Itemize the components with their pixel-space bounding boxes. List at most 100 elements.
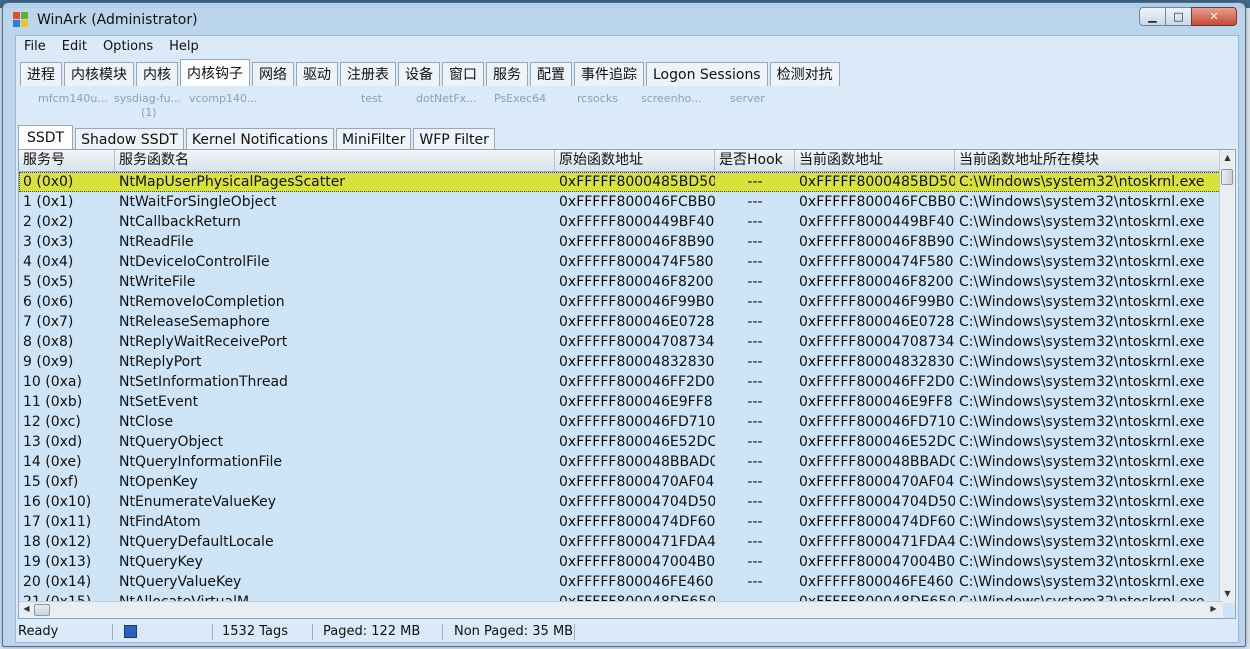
table-cell: 0xFFFFF800046FD710 [799, 414, 955, 430]
tab-9[interactable]: 服务 [486, 62, 528, 86]
table-row[interactable]: 6 (0x6) NtRemoveIoCompletion 0xFFFFF800046… [19, 292, 1223, 312]
table-cell: 18 (0x12) [23, 534, 92, 550]
tab-11[interactable]: 事件追踪 [574, 62, 644, 86]
status-divider [212, 624, 213, 640]
menu-edit[interactable]: Edit [54, 36, 95, 58]
table-cell: NtQueryInformationFile [119, 454, 282, 470]
subtab-0[interactable]: SSDT [18, 125, 74, 150]
table-cell: 0xFFFFF800046E52DC [559, 434, 715, 450]
table-row[interactable]: 7 (0x7) NtReleaseSemaphore 0xFFFFF800046E0… [19, 312, 1223, 332]
menu-file[interactable]: File [16, 36, 54, 58]
scroll-down-icon[interactable]: ▼ [1222, 589, 1233, 600]
table-cell: C:\Windows\system32\ntoskrnl.exe [959, 554, 1205, 570]
minimize-button[interactable]: ▁ [1139, 7, 1165, 26]
table-row[interactable]: 13 (0xd) NtQueryObject 0xFFFFF800046E52DC -… [19, 432, 1223, 452]
column-header-3[interactable]: 是否Hook [715, 150, 795, 171]
scroll-right-icon[interactable]: ▶ [1208, 604, 1219, 615]
vertical-scroll-thumb[interactable] [1221, 169, 1233, 185]
table-cell: 0xFFFFF800046E0728 [799, 314, 955, 330]
table-row[interactable]: 20 (0x14) NtQueryValueKey 0xFFFFF800046FE4… [19, 572, 1223, 592]
tab-13[interactable]: 检测对抗 [769, 62, 840, 86]
table-cell: 0xFFFFF800046E52DC [799, 434, 955, 450]
table-cell: 0xFFFFF80004708734 [559, 334, 715, 350]
table-row[interactable]: 10 (0xa) NtSetInformationThread 0xFFFFF800… [19, 372, 1223, 392]
table-cell: 9 (0x9) [23, 354, 74, 370]
table-cell: C:\Windows\system32\ntoskrnl.exe [959, 354, 1205, 370]
table-cell: C:\Windows\system32\ntoskrnl.exe [959, 374, 1205, 390]
table-row[interactable]: 4 (0x4) NtDeviceIoControlFile 0xFFFFF80004… [19, 252, 1223, 272]
menu-help[interactable]: Help [161, 36, 207, 58]
ssdt-table: 服务号 服务函数名 原始函数地址 是否Hook 当前函数地址 当前函数地址所在模块 0 (… [18, 149, 1236, 619]
table-row[interactable]: 11 (0xb) NtSetEvent 0xFFFFF800046E9FF8 --- 0… [19, 392, 1223, 412]
column-header-4[interactable]: 当前函数地址 [795, 150, 955, 171]
vertical-scrollbar[interactable]: ▲ ▼ [1219, 150, 1235, 603]
desktop-icon-labels: mfcm140u... sysdiag-fu... (1) vcomp140... te… [24, 92, 824, 128]
tab-12[interactable]: Logon Sessions [646, 62, 768, 86]
table-cell: 0xFFFFF800047004B0 [559, 554, 715, 570]
tab-5[interactable]: 驱动 [296, 62, 338, 86]
table-row[interactable]: 1 (0x1) NtWaitForSingleObject 0xFFFFF80004… [19, 192, 1223, 212]
table-cell: 11 (0xb) [23, 394, 83, 410]
tab-4[interactable]: 网络 [252, 62, 294, 86]
tab-8[interactable]: 窗口 [442, 62, 484, 86]
column-header-2[interactable]: 原始函数地址 [555, 150, 715, 171]
table-row[interactable]: 3 (0x3) NtReadFile 0xFFFFF800046F8B90 --- 0x… [19, 232, 1223, 252]
horizontal-scroll-thumb[interactable] [34, 604, 50, 616]
desktop-icon-label: PsExec64 [494, 92, 547, 105]
status-tags: 1532 Tags [222, 624, 288, 639]
table-cell: 0xFFFFF8000470AF04 [799, 474, 955, 490]
table-row[interactable]: 5 (0x5) NtWriteFile 0xFFFFF800046F8200 --- 0… [19, 272, 1223, 292]
table-cell: 15 (0xf) [23, 474, 79, 490]
title-bar[interactable]: WinArk (Administrator) ▁ □ ✕ [3, 3, 1245, 35]
column-header-1[interactable]: 服务函数名 [115, 150, 555, 171]
table-row[interactable]: 2 (0x2) NtCallbackReturn 0xFFFFF8000449BF4… [19, 212, 1223, 232]
table-cell: C:\Windows\system32\ntoskrnl.exe [959, 394, 1205, 410]
table-row[interactable]: 18 (0x12) NtQueryDefaultLocale 0xFFFFF8000… [19, 532, 1223, 552]
table-cell: --- [747, 314, 763, 330]
column-header-0[interactable]: 服务号 [19, 150, 115, 171]
status-paged: Paged: 122 MB [323, 624, 421, 639]
table-row[interactable]: 9 (0x9) NtReplyPort 0xFFFFF80004832830 --- 0… [19, 352, 1223, 372]
tab-0[interactable]: 进程 [20, 62, 62, 86]
table-cell: 0xFFFFF8000474F580 [799, 254, 954, 270]
table-cell: 6 (0x6) [23, 294, 74, 310]
table-row[interactable]: 8 (0x8) NtReplyWaitReceivePort 0xFFFFF8000… [19, 332, 1223, 352]
table-cell: 0xFFFFF8000449BF40 [559, 214, 715, 230]
table-cell: NtSetEvent [119, 394, 199, 410]
status-divider [574, 624, 575, 640]
tab-1[interactable]: 内核模块 [64, 62, 134, 86]
table-cell: 0xFFFFF800046FCBB0 [799, 194, 955, 210]
subtab-1[interactable]: Shadow SSDT [75, 128, 184, 150]
subtab-3[interactable]: MiniFilter [335, 128, 412, 150]
subtab-2[interactable]: Kernel Notifications [185, 128, 334, 150]
subtab-4[interactable]: WFP Filter [413, 128, 495, 150]
table-cell: 0xFFFFF8000485BD50 [559, 174, 715, 190]
tab-10[interactable]: 配置 [530, 62, 572, 86]
table-cell: NtQueryObject [119, 434, 224, 450]
table-row[interactable]: 16 (0x10) NtEnumerateValueKey 0xFFFFF80004… [19, 492, 1223, 512]
table-row[interactable]: 14 (0xe) NtQueryInformationFile 0xFFFFF800… [19, 452, 1223, 472]
close-button[interactable]: ✕ [1191, 7, 1237, 26]
tab-6[interactable]: 注册表 [340, 62, 396, 86]
tab-2[interactable]: 内核 [136, 62, 178, 86]
maximize-button[interactable]: □ [1165, 7, 1191, 26]
table-row[interactable]: 0 (0x0) NtMapUserPhysicalPagesScatter 0xFF… [19, 172, 1223, 192]
tab-3[interactable]: 内核钩子 [180, 59, 250, 86]
table-cell: 0xFFFFF800046E9FF8 [559, 394, 713, 410]
column-header-5[interactable]: 当前函数地址所在模块 [955, 150, 1223, 171]
scroll-up-icon[interactable]: ▲ [1222, 153, 1233, 164]
table-cell: C:\Windows\system32\ntoskrnl.exe [959, 294, 1205, 310]
table-row[interactable]: 17 (0x11) NtFindAtom 0xFFFFF8000474DF60 ---… [19, 512, 1223, 532]
desktop-icon-label: vcomp140... [189, 92, 258, 105]
horizontal-scrollbar[interactable]: ◀ ▶ [19, 601, 1223, 618]
scroll-left-icon[interactable]: ◀ [21, 604, 32, 615]
table-row[interactable]: 15 (0xf) NtOpenKey 0xFFFFF8000470AF04 --- 0x… [19, 472, 1223, 492]
table-row[interactable]: 19 (0x13) NtQueryKey 0xFFFFF800047004B0 ---… [19, 552, 1223, 572]
menu-options[interactable]: Options [95, 36, 161, 58]
table-row[interactable]: 12 (0xc) NtClose 0xFFFFF800046FD710 --- 0xFF… [19, 412, 1223, 432]
desktop-icon-label: (1) [141, 106, 157, 119]
tab-7[interactable]: 设备 [398, 62, 440, 86]
table-cell: C:\Windows\system32\ntoskrnl.exe [959, 534, 1205, 550]
table-cell: 0xFFFFF8000485BD50 [799, 174, 955, 190]
table-cell: NtQueryDefaultLocale [119, 534, 274, 550]
